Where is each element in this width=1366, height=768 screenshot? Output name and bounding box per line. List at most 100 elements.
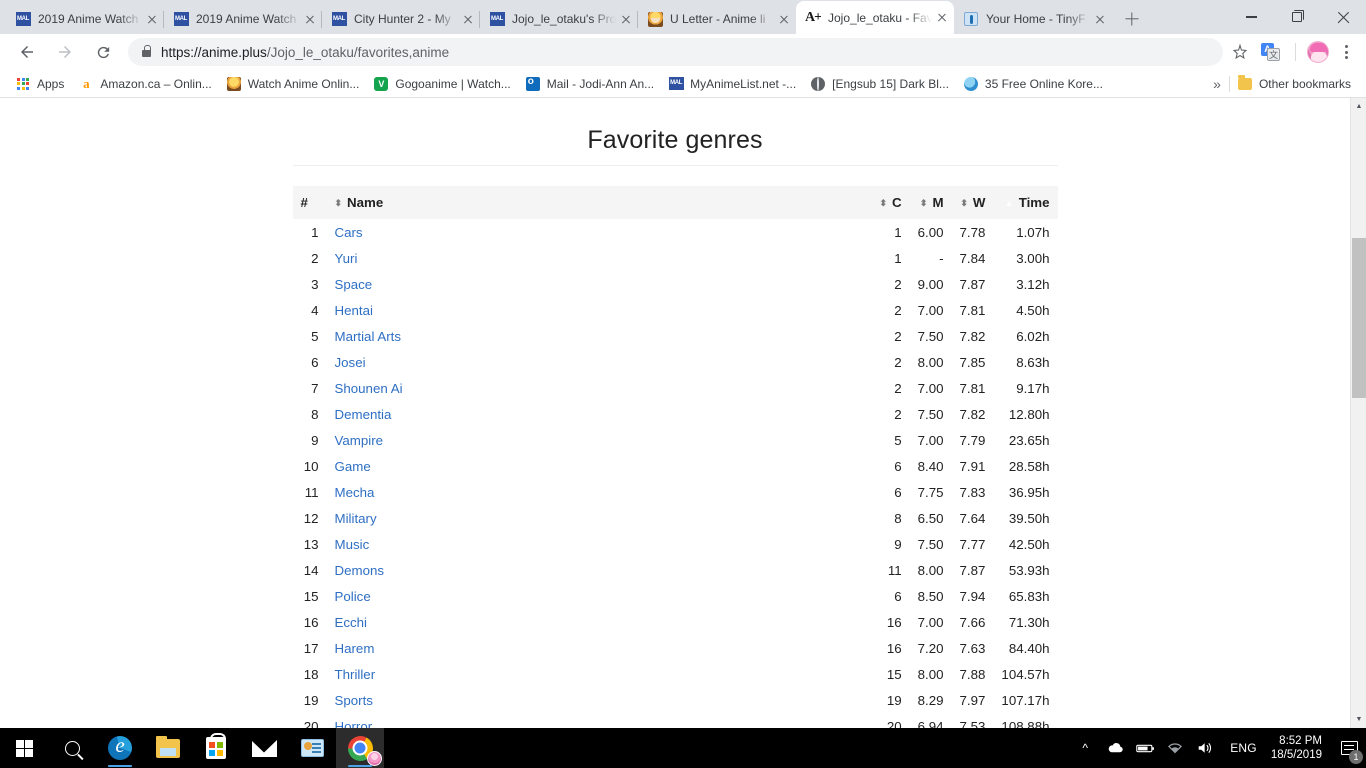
table-row: 13 Music 9 7.50 7.77 42.50h bbox=[293, 531, 1058, 557]
maximize-button[interactable] bbox=[1274, 1, 1320, 33]
page-body: Favorite genres # ⬍ Name ⬍ C ⬍ M ⬍ W ▲ T… bbox=[0, 98, 1350, 728]
close-icon[interactable] bbox=[460, 11, 476, 27]
close-icon[interactable] bbox=[1092, 11, 1108, 27]
powerpoint-button[interactable] bbox=[288, 728, 336, 768]
column-header-time-sorted[interactable]: ▲ Time bbox=[993, 186, 1058, 219]
wifi-icon[interactable] bbox=[1163, 728, 1187, 768]
genre-link[interactable]: Vampire bbox=[335, 433, 384, 448]
minimize-button[interactable] bbox=[1228, 1, 1274, 33]
bookmark-myanimelist[interactable]: MAL MyAnimeList.net -... bbox=[661, 73, 803, 95]
cell-rank: 10 bbox=[303, 458, 319, 474]
bookmark-amazon[interactable]: a Amazon.ca – Onlin... bbox=[71, 73, 218, 95]
column-header-rank[interactable]: # bbox=[292, 186, 327, 219]
back-arrow-icon[interactable] bbox=[13, 38, 41, 66]
genre-link[interactable]: Horror bbox=[335, 719, 373, 729]
browser-tab-7[interactable]: Your Home - TinyF bbox=[954, 4, 1112, 34]
translate-icon[interactable]: A 文 bbox=[1261, 43, 1281, 61]
browser-tab-5[interactable]: U Letter - Anime li bbox=[638, 4, 796, 34]
cell-rank: 19 bbox=[303, 692, 319, 708]
battery-icon[interactable] bbox=[1133, 728, 1157, 768]
genre-link[interactable]: Mecha bbox=[335, 485, 375, 500]
bookmark-label: Amazon.ca – Onlin... bbox=[100, 76, 212, 91]
page-scrollbar[interactable]: ▲ ▼ bbox=[1350, 98, 1366, 728]
bookmark-gogoanime[interactable]: V Gogoanime | Watch... bbox=[366, 73, 517, 95]
genre-link[interactable]: Police bbox=[335, 589, 371, 604]
browser-tab-4[interactable]: MAL Jojo_le_otaku's Pro bbox=[480, 4, 638, 34]
tab-title: U Letter - Anime li bbox=[670, 12, 766, 26]
cell-rank: 14 bbox=[303, 562, 319, 578]
browser-tab-1[interactable]: MAL 2019 Anime Watch bbox=[6, 4, 164, 34]
window-close-button[interactable] bbox=[1320, 1, 1366, 33]
scroll-up-icon[interactable]: ▲ bbox=[1351, 98, 1366, 115]
genre-link[interactable]: Martial Arts bbox=[335, 329, 402, 344]
scroll-down-icon[interactable]: ▼ bbox=[1351, 711, 1366, 728]
other-bookmarks-button[interactable]: Other bookmarks bbox=[1230, 73, 1358, 95]
genre-link[interactable]: Shounen Ai bbox=[335, 381, 403, 396]
clock[interactable]: 8:52 PM 18/5/2019 bbox=[1267, 734, 1332, 762]
bookmark-mail[interactable]: Mail - Jodi-Ann An... bbox=[518, 73, 661, 95]
chrome-button[interactable] bbox=[336, 728, 384, 768]
genre-link[interactable]: Harem bbox=[335, 641, 375, 656]
forward-arrow-icon[interactable] bbox=[51, 38, 79, 66]
browser-tab-6-active[interactable]: A+ Jojo_le_otaku - Fav bbox=[796, 1, 954, 34]
microsoft-store-button[interactable] bbox=[192, 728, 240, 768]
new-tab-button[interactable] bbox=[1118, 5, 1146, 33]
genre-link[interactable]: Cars bbox=[335, 225, 363, 240]
genre-link[interactable]: Hentai bbox=[335, 303, 373, 318]
close-icon[interactable] bbox=[302, 11, 318, 27]
file-explorer-button[interactable] bbox=[144, 728, 192, 768]
genre-link[interactable]: Military bbox=[335, 511, 377, 526]
globe-icon bbox=[810, 76, 826, 92]
cell-c: 2 bbox=[894, 276, 902, 292]
cell-c: 8 bbox=[894, 510, 902, 526]
url-host: https://anime.plus bbox=[161, 44, 267, 60]
notifications-button[interactable]: 1 bbox=[1332, 728, 1366, 768]
address-bar[interactable]: https://anime.plus/Jojo_le_otaku/favorit… bbox=[128, 38, 1223, 66]
star-icon[interactable] bbox=[1227, 39, 1253, 65]
reload-icon[interactable] bbox=[89, 38, 117, 66]
kebab-menu-icon[interactable] bbox=[1334, 40, 1358, 64]
genre-link[interactable]: Yuri bbox=[335, 251, 358, 266]
onedrive-icon[interactable] bbox=[1103, 728, 1127, 768]
search-button[interactable] bbox=[48, 728, 96, 768]
browser-tab-2[interactable]: MAL 2019 Anime Watch bbox=[164, 4, 322, 34]
bookmark-label: Apps bbox=[37, 76, 65, 91]
close-icon[interactable] bbox=[776, 11, 792, 27]
bookmark-watch-anime[interactable]: Watch Anime Onlin... bbox=[219, 73, 367, 95]
bookmarks-overflow-button[interactable]: » bbox=[1205, 76, 1229, 92]
genre-link[interactable]: Game bbox=[335, 459, 371, 474]
cell-m: 8.50 bbox=[917, 588, 944, 604]
genre-link[interactable]: Music bbox=[335, 537, 370, 552]
bookmark-apps[interactable]: Apps bbox=[8, 73, 71, 95]
table-row: 6 Josei 2 8.00 7.85 8.63h bbox=[293, 349, 1058, 375]
cell-name: Demons bbox=[327, 557, 872, 583]
tray-chevron-icon[interactable]: ^ bbox=[1073, 728, 1097, 768]
notifications-count: 1 bbox=[1349, 750, 1363, 764]
close-icon[interactable] bbox=[144, 11, 160, 27]
close-icon[interactable] bbox=[934, 10, 950, 26]
genre-link[interactable]: Ecchi bbox=[335, 615, 368, 630]
cell-m: 8.40 bbox=[917, 458, 944, 474]
column-header-m[interactable]: ⬍ M bbox=[909, 186, 952, 219]
scrollbar-thumb[interactable] bbox=[1352, 238, 1366, 398]
cell-name: Mecha bbox=[327, 479, 872, 505]
genre-link[interactable]: Demons bbox=[335, 563, 385, 578]
genre-link[interactable]: Thriller bbox=[335, 667, 376, 682]
column-header-w[interactable]: ⬍ W bbox=[951, 186, 994, 219]
edge-button[interactable] bbox=[96, 728, 144, 768]
genre-link[interactable]: Sports bbox=[335, 693, 373, 708]
bookmark-korean[interactable]: 35 Free Online Kore... bbox=[956, 73, 1110, 95]
bookmark-engsub[interactable]: [Engsub 15] Dark Bl... bbox=[803, 73, 956, 95]
genre-link[interactable]: Josei bbox=[335, 355, 366, 370]
avatar[interactable] bbox=[1307, 41, 1329, 63]
column-header-name[interactable]: ⬍ Name bbox=[326, 186, 872, 219]
language-indicator[interactable]: ENG bbox=[1220, 741, 1267, 755]
close-icon[interactable] bbox=[618, 11, 634, 27]
start-button[interactable] bbox=[0, 728, 48, 768]
volume-icon[interactable] bbox=[1193, 728, 1217, 768]
genre-link[interactable]: Space bbox=[335, 277, 373, 292]
mail-button[interactable] bbox=[240, 728, 288, 768]
browser-tab-3[interactable]: MAL City Hunter 2 - My bbox=[322, 4, 480, 34]
genre-link[interactable]: Dementia bbox=[335, 407, 392, 422]
column-header-c[interactable]: ⬍ C bbox=[871, 186, 910, 219]
